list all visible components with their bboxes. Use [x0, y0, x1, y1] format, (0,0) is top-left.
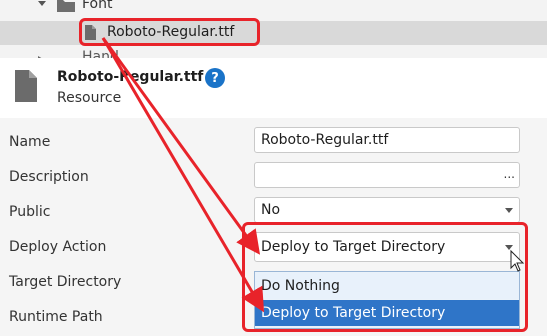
- arrow-to-deploy-option: [101, 37, 265, 313]
- annotation-arrows: [101, 37, 525, 313]
- arrow-to-deploy-action: [101, 37, 261, 255]
- mouse-cursor-icon: [510, 249, 525, 272]
